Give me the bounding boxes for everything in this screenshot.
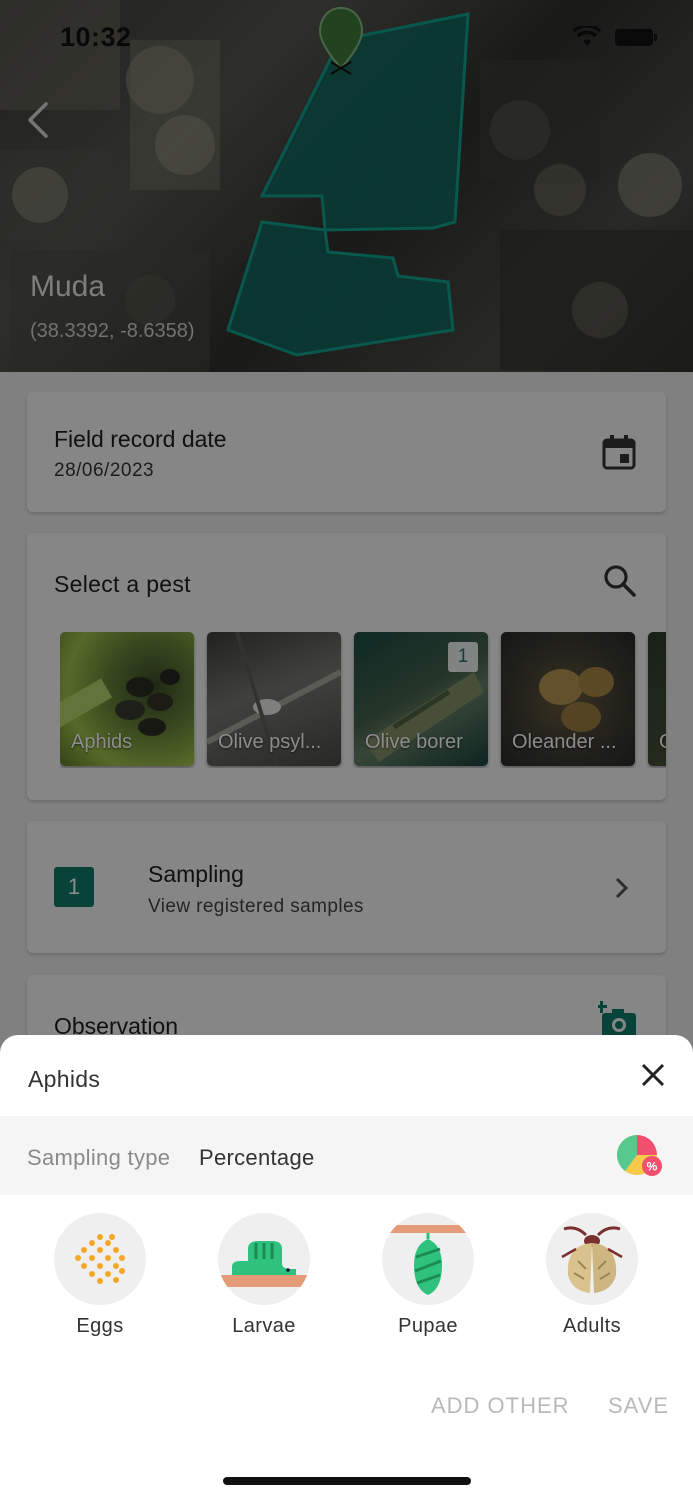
stage-label: Adults [563, 1315, 621, 1337]
stage-adults[interactable]: Adults [532, 1213, 652, 1338]
stage-label: Eggs [76, 1315, 124, 1337]
stage-label: Pupae [398, 1315, 458, 1337]
svg-text:%: % [647, 1160, 658, 1174]
home-indicator[interactable] [223, 1477, 471, 1485]
stage-pupae[interactable]: Pupae [368, 1213, 488, 1338]
pupae-icon [382, 1213, 474, 1305]
pest-sampling-sheet: Aphids Sampling type Percentage % Eggs L… [0, 1035, 693, 1500]
save-button[interactable]: SAVE [608, 1393, 669, 1419]
add-other-button[interactable]: ADD OTHER [431, 1393, 570, 1419]
sampling-type-label: Sampling type [27, 1145, 171, 1170]
close-icon[interactable] [639, 1061, 667, 1089]
sheet-title: Aphids [28, 1066, 101, 1092]
sampling-type-value: Percentage [199, 1145, 315, 1170]
eggs-icon [54, 1213, 146, 1305]
stage-larvae[interactable]: Larvae [204, 1213, 324, 1338]
adults-icon [546, 1213, 638, 1305]
stage-eggs[interactable]: Eggs [40, 1213, 160, 1338]
larvae-icon [218, 1213, 310, 1305]
stage-label: Larvae [232, 1315, 296, 1337]
sampling-type-row[interactable]: Sampling type Percentage % [0, 1116, 693, 1195]
percentage-pie-icon[interactable]: % [615, 1129, 665, 1179]
